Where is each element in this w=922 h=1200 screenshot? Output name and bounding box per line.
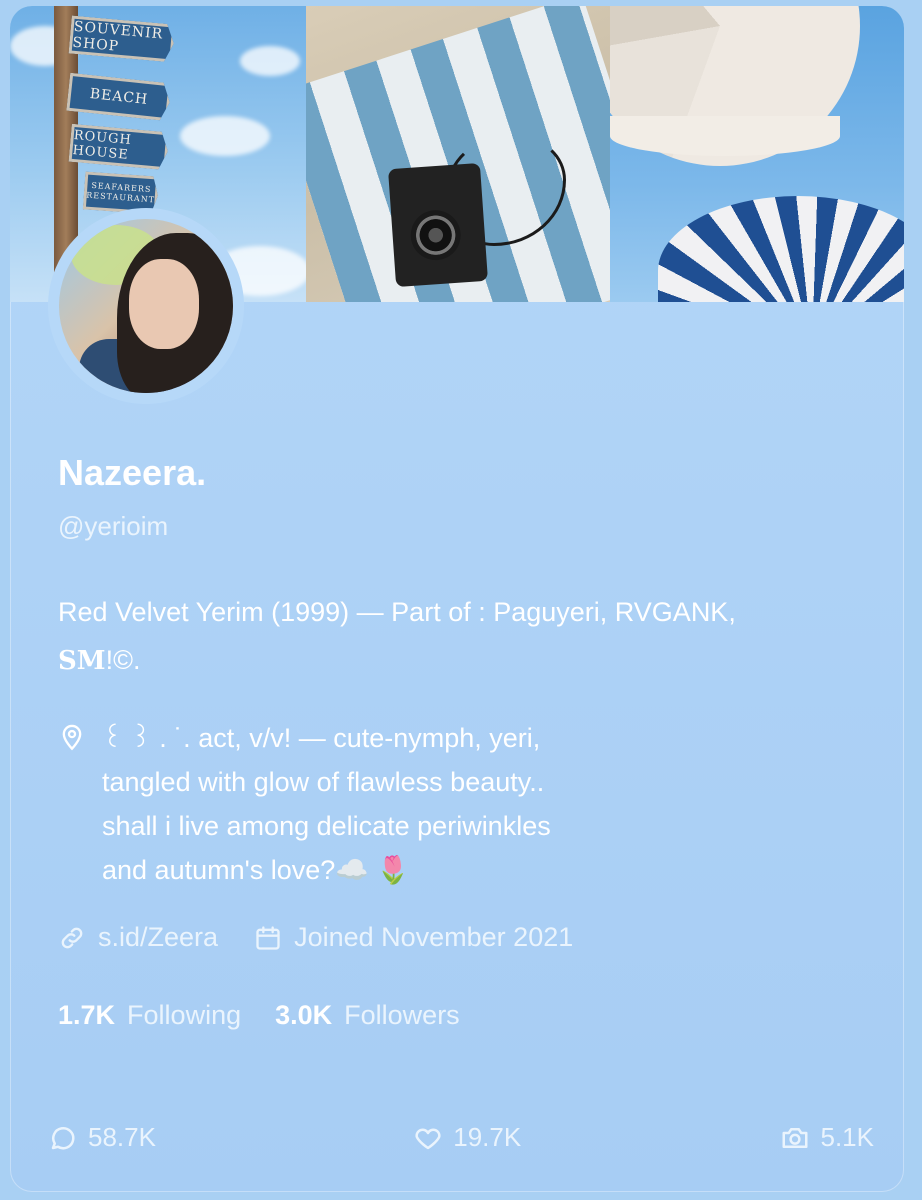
comments-stat[interactable]: 58.7K	[48, 1122, 156, 1153]
following-stat[interactable]: 1.7K Following	[58, 1000, 275, 1031]
following-count: 1.7K	[58, 1000, 116, 1030]
camera-icon	[782, 1127, 807, 1148]
striped-umbrella	[658, 196, 904, 302]
location-line: ꒰ ꒱ . ˙. act, v/v! — cute-nymph, yeri,	[102, 723, 541, 753]
bio-line-2: SM!©.	[58, 645, 141, 676]
location-line: and autumn's love?☁️ 🌷	[102, 855, 411, 885]
following-label: Following	[127, 1000, 242, 1030]
likes-stat[interactable]: 19.7K	[413, 1122, 521, 1153]
location-pin-icon	[62, 724, 82, 751]
profile-link-text[interactable]: s.id/Zeera	[98, 922, 218, 953]
sign-souvenir-shop: SOUVENIR SHOP	[69, 16, 176, 63]
join-date-text: Joined November 2021	[294, 922, 574, 952]
display-name: Nazeera.	[58, 452, 207, 493]
location-row: ꒰ ꒱ . ˙. act, v/v! — cute-nymph, yeri, t…	[58, 716, 878, 892]
profile-card: SOUVENIR SHOP BEACH ROUGH HOUSE SEAFARER…	[10, 6, 904, 1192]
media-stat[interactable]: 5.1K	[779, 1122, 875, 1153]
sign-rough-house: ROUGH HOUSE	[69, 124, 170, 170]
profile-meta: s.id/Zeera Joined November 2021	[58, 922, 609, 953]
comments-count: 58.7K	[88, 1122, 156, 1152]
avatar[interactable]	[48, 208, 244, 404]
header-photo-camera-towel	[306, 6, 610, 302]
profile-link[interactable]: s.id/Zeera	[58, 922, 218, 953]
followers-count: 3.0K	[275, 1000, 333, 1030]
sign-beach: BEACH	[66, 73, 171, 121]
followers-stat[interactable]: 3.0K Followers	[275, 1000, 494, 1031]
join-date: Joined November 2021	[254, 922, 573, 953]
avatar-photo	[59, 219, 233, 393]
camera-photo	[387, 162, 489, 288]
calendar-icon	[256, 925, 280, 950]
username-handle: @yerioim	[58, 511, 169, 541]
activity-stats: 58.7K 19.7K 5.1K	[48, 1122, 874, 1153]
bio: Red Velvet Yerim (1999) — Part of : Pagu…	[58, 588, 888, 685]
followers-label: Followers	[344, 1000, 460, 1030]
heart-icon	[415, 1128, 441, 1149]
location-line: tangled with glow of flawless beauty..	[102, 767, 545, 797]
header-photo-umbrellas	[610, 6, 904, 302]
comment-icon	[51, 1126, 75, 1149]
media-count: 5.1K	[820, 1122, 875, 1152]
location-line: shall i live among delicate periwinkles	[102, 811, 551, 841]
follow-stats: 1.7K Following 3.0K Followers	[58, 1000, 494, 1031]
link-icon	[61, 927, 83, 948]
likes-count: 19.7K	[453, 1122, 522, 1152]
bio-line-1: Red Velvet Yerim (1999) — Part of : Pagu…	[58, 597, 736, 627]
